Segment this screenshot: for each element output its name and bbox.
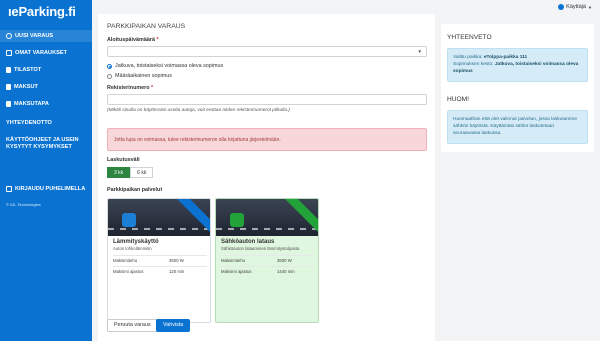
sidebar-item-new-reservation[interactable]: UUSI VARAUS bbox=[0, 30, 92, 42]
service-row-value: 120 min bbox=[169, 269, 185, 274]
summary-spot-value: eTolppa-paikka 111 bbox=[483, 55, 528, 60]
sidebar-item-label: MAKSUT bbox=[14, 84, 38, 90]
notice-panel: HUOM! Huomaathan että olet valinnut palv… bbox=[441, 88, 594, 152]
service-card-heating[interactable]: Lämmityskäyttö Auton lohkolämmitin Maksi… bbox=[107, 198, 211, 323]
billing-interval-toggle: 3 kk 6 kk bbox=[107, 167, 154, 178]
car-icon bbox=[122, 213, 136, 227]
chevron-down-icon: ▼ bbox=[588, 4, 592, 10]
copyright: © IGL Technologies bbox=[6, 202, 41, 207]
sidebar-item-my-reservations[interactable]: OMAT VARAUKSET bbox=[0, 47, 92, 59]
plus-circle-icon bbox=[6, 33, 12, 39]
start-date-label-text: Aloituspäivämäärä bbox=[107, 37, 155, 43]
service-row: Maksimi ajastus 1440 min bbox=[221, 266, 315, 276]
start-date-select[interactable]: ▼ bbox=[107, 46, 427, 57]
sidebar-item-statistics[interactable]: TILASTOT bbox=[0, 64, 92, 76]
sidebar-item-payments[interactable]: MAKSUT bbox=[0, 81, 92, 93]
notice-title: HUOM! bbox=[447, 96, 469, 103]
service-name: Sähköauton lataus bbox=[221, 239, 275, 245]
radio-label: Jatkuva, toistaiseksi voimassa oleva sop… bbox=[115, 63, 224, 69]
required-mark: * bbox=[151, 85, 154, 91]
service-row: Maksimiteho 3600 W bbox=[113, 255, 207, 265]
sidebar-item-label: OMAT VARAUKSET bbox=[15, 50, 67, 56]
service-image bbox=[108, 199, 210, 236]
reg-number-help: (Mikäli sinulla on käytössäsi useita aut… bbox=[107, 108, 290, 113]
faq-line-2: KYSYTYT KYSYMYKSET bbox=[6, 144, 72, 150]
summary-title: YHTEENVETO bbox=[447, 34, 492, 41]
confirm-button[interactable]: Vahvista bbox=[156, 319, 191, 332]
reservation-form: PARKKIPAIKAN VARAUS Aloituspäivämäärä * … bbox=[98, 14, 435, 341]
service-row-value: 3600 W bbox=[277, 258, 292, 263]
user-icon bbox=[558, 4, 565, 10]
service-image bbox=[216, 199, 318, 236]
service-card-ev-charging[interactable]: Sähköauton lataus Sähköauton lataaminen … bbox=[215, 198, 319, 323]
notice-info-box: Huomaathan että olet valinnut palvelun, … bbox=[447, 110, 588, 144]
summary-panel: YHTEENVETO Valittu paikka: eTolppa-paikk… bbox=[441, 24, 594, 88]
sidebar-nav: UUSI VARAUS OMAT VARAUKSET TILASTOT MAKS… bbox=[0, 30, 92, 115]
sidebar: ıeParking.fi UUSI VARAUS OMAT VARAUKSET … bbox=[0, 0, 92, 341]
summary-info-box: Valittu paikka: eTolppa-paikka 111 Sopim… bbox=[447, 48, 588, 82]
billing-option-6kk[interactable]: 6 kk bbox=[130, 167, 154, 178]
page-title: PARKKIPAIKAN VARAUS bbox=[107, 23, 186, 30]
chart-icon bbox=[6, 67, 11, 73]
list-icon bbox=[6, 50, 12, 56]
sidebar-item-label: TILASTOT bbox=[14, 67, 42, 73]
service-row-key: Maksimi ajastus bbox=[221, 269, 252, 274]
summary-contract: Sopimuksen kesto: Jatkuva, toistaiseksi … bbox=[453, 61, 582, 75]
service-row: Maksimi ajastus 120 min bbox=[113, 266, 207, 276]
start-date-label: Aloituspäivämäärä * bbox=[107, 37, 159, 43]
radio-label: Määräaikainen sopimus bbox=[115, 73, 172, 79]
faq-line-1: KÄYTTÖOHJEET JA USEIN bbox=[6, 137, 79, 143]
card-icon bbox=[6, 101, 11, 107]
required-mark: * bbox=[156, 37, 159, 43]
service-row-key: Maksimiteho bbox=[221, 258, 246, 263]
service-desc: Sähköauton lataaminen lämmitystolpasta bbox=[221, 246, 300, 251]
radio-unchecked-icon bbox=[107, 73, 112, 79]
service-row-value: 1440 min bbox=[277, 269, 295, 274]
app-logo[interactable]: ıeParking.fi bbox=[8, 4, 76, 19]
user-menu[interactable]: Käyttäjä ▼ bbox=[558, 4, 592, 10]
service-name: Lämmityskäyttö bbox=[113, 239, 159, 245]
user-menu-label: Käyttäjä bbox=[566, 4, 587, 10]
chevron-down-icon: ▼ bbox=[417, 49, 422, 54]
sidebar-item-label: KIRJAUDU PUHELIMELLA bbox=[15, 186, 86, 192]
summary-spot: Valittu paikka: eTolppa-paikka 111 bbox=[453, 54, 582, 61]
service-row-value: 3600 W bbox=[169, 258, 184, 263]
radio-fixed-contract[interactable]: Määräaikainen sopimus bbox=[107, 73, 172, 79]
service-row: Maksimiteho 3600 W bbox=[221, 255, 315, 265]
billing-option-3kk[interactable]: 3 kk bbox=[107, 167, 131, 178]
phone-icon bbox=[6, 186, 12, 192]
summary-spot-label: Valittu paikka: bbox=[453, 55, 483, 60]
charging-station-icon bbox=[230, 213, 244, 227]
service-ribbon bbox=[171, 199, 210, 236]
sidebar-item-payment-method[interactable]: MAKSUTAPA bbox=[0, 98, 92, 110]
sidebar-item-label: MAKSUTAPA bbox=[14, 101, 49, 107]
radio-continuous-contract[interactable]: Jatkuva, toistaiseksi voimassa oleva sop… bbox=[107, 63, 223, 69]
reg-number-label: Rekisterinumero * bbox=[107, 85, 153, 91]
reg-number-alert: Jotta lupa on voimassa, tulee rekisterin… bbox=[107, 128, 427, 151]
sidebar-item-phone-login[interactable]: KIRJAUDU PUHELIMELLA bbox=[0, 183, 85, 195]
service-row-key: Maksimi ajastus bbox=[113, 269, 144, 274]
sidebar-link-faq[interactable]: KÄYTTÖOHJEET JA USEIN KYSYTYT KYSYMYKSET bbox=[6, 137, 79, 151]
cancel-reservation-button[interactable]: Peruuta varaus bbox=[107, 319, 158, 332]
billing-interval-label: Laskutusväli bbox=[107, 157, 140, 163]
wallet-icon bbox=[6, 84, 11, 90]
service-row-key: Maksimiteho bbox=[113, 258, 138, 263]
service-desc: Auton lohkolämmitin bbox=[113, 246, 152, 251]
sidebar-item-label: UUSI VARAUS bbox=[15, 33, 54, 39]
reg-number-label-text: Rekisterinumero bbox=[107, 85, 150, 91]
summary-contract-label: Sopimuksen kesto: bbox=[453, 62, 494, 67]
radio-checked-icon bbox=[107, 63, 112, 69]
services-label: Parkkipaikan palvelut bbox=[107, 187, 163, 193]
service-ribbon bbox=[279, 199, 318, 236]
reg-number-input[interactable] bbox=[107, 94, 427, 105]
sidebar-link-contact[interactable]: YHTEYDENOTTO bbox=[6, 120, 52, 127]
